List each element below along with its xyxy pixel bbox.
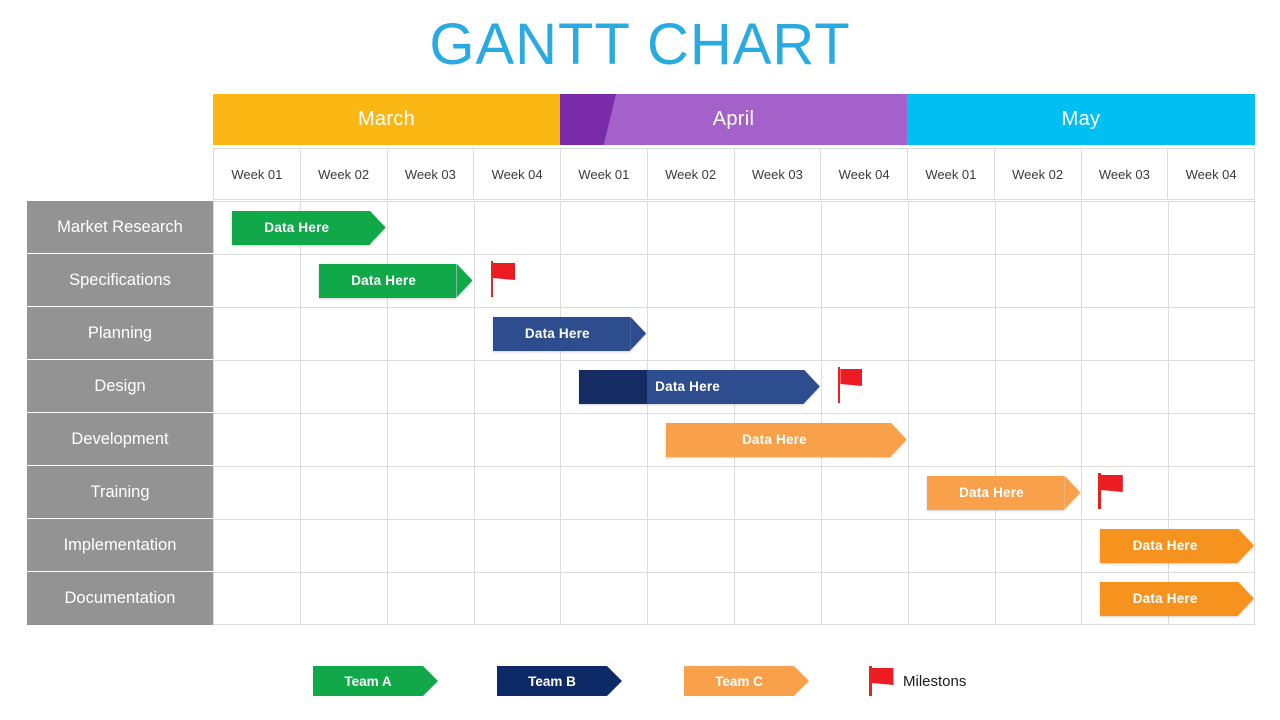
week-header-cell: Week 01: [213, 149, 301, 199]
month-label-april: April: [712, 108, 755, 130]
flag-cloth: [871, 668, 894, 685]
month-label-march: March: [357, 108, 416, 130]
legend-label-team-b: Team B: [528, 673, 576, 689]
task-label-market-research[interactable]: Market Research: [27, 201, 213, 254]
gantt-grid-area: Data Here Data Here Data Here Data Here Data…: [213, 201, 1255, 625]
gantt-bar-label: Data Here: [264, 220, 330, 235]
legend-item-team-c: Team C: [684, 664, 794, 698]
task-label-development[interactable]: Development: [27, 413, 213, 466]
legend-chip-team-b: Team B: [497, 666, 607, 696]
gantt-bar-development[interactable]: Data Here: [666, 422, 891, 457]
gantt-bar-label: Data Here: [1132, 538, 1198, 553]
task-label-documentation[interactable]: Documentation: [27, 572, 213, 625]
task-label-planning[interactable]: Planning: [27, 307, 213, 360]
legend-label-team-a: Team A: [344, 673, 392, 689]
task-label-specifications[interactable]: Specifications: [27, 254, 213, 307]
week-header-cell: Week 01: [908, 149, 995, 199]
month-header-band: March April May: [213, 94, 1255, 145]
milestone-flag-icon[interactable]: [490, 261, 517, 297]
month-label-may: May: [1061, 108, 1101, 130]
legend-chip-team-a: Team A: [313, 666, 423, 696]
gantt-bar-label: Data Here: [655, 379, 720, 394]
flag-cloth: [1100, 475, 1123, 492]
legend-label-milestone: Milestons: [903, 672, 967, 690]
week-header-cell: Week 03: [735, 149, 822, 199]
task-label-column: Market Research Specifications Planning Des…: [27, 201, 213, 625]
task-label-training[interactable]: Training: [27, 466, 213, 519]
april-wedge-shape: [560, 94, 616, 145]
gantt-bar-design[interactable]: Data Here: [579, 369, 804, 404]
gantt-bar-lead-segment: [579, 369, 648, 404]
task-label-implementation[interactable]: Implementation: [27, 519, 213, 572]
gantt-bar-training[interactable]: Data Here: [926, 475, 1065, 510]
flag-pole: [837, 367, 841, 403]
legend-item-team-a: Team A: [313, 664, 423, 698]
gantt-bar-label: Data Here: [741, 432, 807, 447]
legend-item-team-b: Team B: [497, 664, 607, 698]
month-header-march: March: [213, 94, 560, 145]
gantt-bar-label: Data Here: [351, 273, 417, 288]
flag-cloth: [840, 369, 863, 386]
flag-cloth: [493, 263, 515, 280]
gantt-bar-implementation[interactable]: Data Here: [1100, 528, 1238, 563]
week-header-cell: Week 03: [388, 149, 475, 199]
week-header-cell: Week 01: [561, 149, 648, 199]
gantt-chart-page: GANTT CHART March April May Week 01 Week …: [0, 0, 1280, 720]
week-header-cell: Week 03: [1082, 149, 1169, 199]
milestone-flag-icon[interactable]: [1098, 473, 1124, 509]
week-header-cell: Week 02: [995, 149, 1082, 199]
month-header-april: April: [560, 94, 907, 145]
gantt-bar-label: Data Here: [1132, 591, 1198, 606]
milestone-flag-icon: [869, 666, 895, 696]
gantt-bar-planning[interactable]: Data Here: [492, 316, 631, 351]
legend-item-milestone: Milestons: [869, 664, 966, 698]
week-header-cell: Week 04: [1168, 149, 1255, 199]
week-header-cell: Week 04: [821, 149, 908, 199]
week-header-cell: Week 04: [474, 149, 561, 199]
week-header-cell: Week 02: [301, 149, 388, 199]
legend-chip-team-c: Team C: [684, 666, 794, 696]
gantt-bar-documentation[interactable]: Data Here: [1100, 581, 1238, 616]
flag-pole: [1098, 473, 1101, 509]
flag-pole: [869, 666, 872, 696]
legend-label-team-c: Team C: [715, 673, 763, 689]
flag-pole: [490, 261, 493, 297]
gantt-bars-layer: Data Here Data Here Data Here Data Here Data…: [213, 201, 1255, 625]
gantt-bar-specifications[interactable]: Data Here: [318, 263, 457, 298]
month-header-may: May: [907, 94, 1255, 145]
milestone-flag-icon[interactable]: [837, 367, 864, 403]
page-title: GANTT CHART: [429, 12, 851, 77]
task-label-design[interactable]: Design: [27, 360, 213, 413]
legend: Team A Team B Team C Milestons: [0, 664, 1280, 704]
week-header-row: Week 01 Week 02 Week 03 Week 04 Week 01 Week …: [213, 148, 1255, 200]
week-header-cell: Week 02: [648, 149, 735, 199]
gantt-bar-label: Data Here: [524, 326, 590, 341]
gantt-bar-market-research[interactable]: Data Here: [232, 210, 370, 245]
gantt-bar-label: Data Here: [959, 485, 1024, 500]
